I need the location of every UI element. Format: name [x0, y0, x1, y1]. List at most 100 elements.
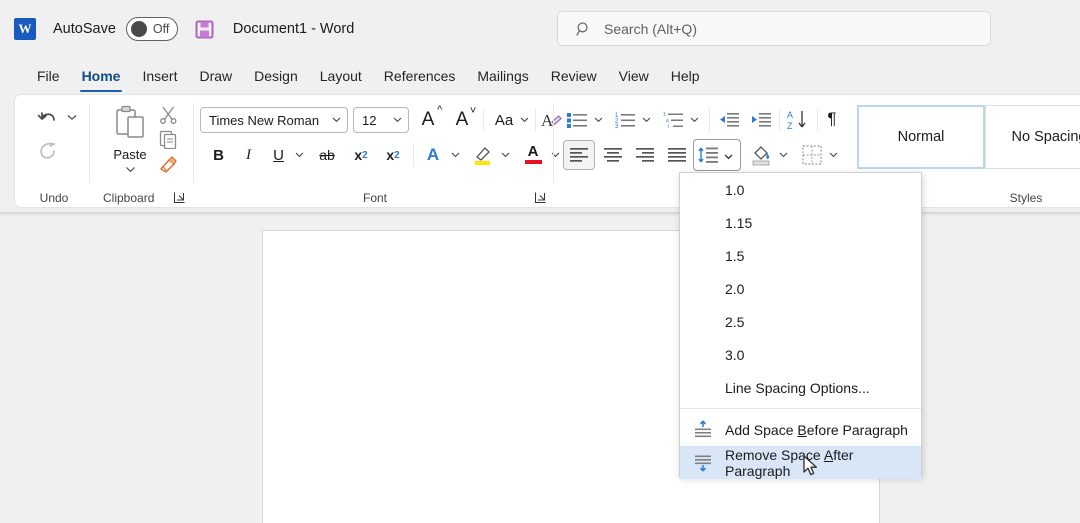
subscript-button[interactable]: x2 [347, 141, 375, 169]
tab-draw[interactable]: Draw [188, 65, 243, 87]
italic-button[interactable]: I [235, 141, 262, 169]
format-painter-brush-icon[interactable] [155, 152, 181, 176]
line-spacing-button[interactable] [693, 139, 741, 171]
borders-grid-icon[interactable] [797, 140, 827, 170]
font-name-chevron-down-icon[interactable] [332, 115, 341, 126]
menu-item-add-space-before-paragraph[interactable]: Add Space Before Paragraph [680, 413, 921, 446]
ribbon-group-undo: Undo [23, 95, 85, 209]
style-tile-no-spacing[interactable]: No Spacing [985, 105, 1080, 169]
tab-review[interactable]: Review [540, 65, 608, 87]
increase-indent-icon[interactable] [747, 106, 775, 134]
tab-layout[interactable]: Layout [309, 65, 373, 87]
highlight-chevron-down-icon[interactable] [497, 143, 513, 167]
borders-chevron-down-icon[interactable] [825, 142, 841, 168]
tab-design[interactable]: Design [243, 65, 309, 87]
menu-divider [680, 408, 921, 409]
ribbon-group-clipboard: Paste [93, 95, 193, 209]
superscript-index: 2 [394, 150, 400, 161]
change-case-button[interactable]: Aa [489, 107, 519, 133]
group-label-styles: Styles [981, 191, 1071, 205]
svg-text:Z: Z [787, 121, 793, 131]
copy-pages-icon[interactable] [155, 127, 181, 151]
grow-font-icon[interactable]: A^ [413, 106, 443, 134]
autosave-toggle-knob [131, 21, 147, 37]
underline-button[interactable]: U [265, 141, 292, 169]
justify-icon[interactable] [661, 140, 693, 170]
sort-az-icon[interactable]: A Z [783, 105, 813, 135]
paste-button[interactable] [107, 103, 151, 145]
svg-text:A: A [787, 110, 793, 120]
menu-item-label: 1.15 [725, 215, 752, 231]
menu-item-spacing-1-0[interactable]: 1.0 [680, 173, 921, 206]
font-name-combobox[interactable]: Times New Roman [200, 107, 348, 133]
title-bar: W AutoSave Off Document1 - Word Search (… [0, 0, 1080, 58]
bullets-chevron-down-icon[interactable] [590, 108, 606, 132]
align-left-icon[interactable] [563, 140, 595, 170]
align-right-icon[interactable] [629, 140, 661, 170]
menu-item-spacing-2-5[interactable]: 2.5 [680, 305, 921, 338]
menu-item-spacing-1-5[interactable]: 1.5 [680, 239, 921, 272]
menu-item-label: 3.0 [725, 347, 744, 363]
multilevel-chevron-down-icon[interactable] [686, 108, 702, 132]
menu-item-label: Remove Space After Paragraph [725, 447, 921, 479]
clipboard-dialog-launcher-icon[interactable] [174, 192, 186, 204]
shading-paint-bucket-icon[interactable] [747, 140, 777, 170]
menu-item-line-spacing-options[interactable]: Line Spacing Options... [680, 371, 921, 404]
redo-button[interactable] [33, 139, 63, 165]
menu-item-label: Line Spacing Options... [725, 380, 870, 396]
search-input[interactable]: Search (Alt+Q) [557, 11, 991, 46]
bold-button[interactable]: B [205, 141, 232, 169]
font-dialog-launcher-icon[interactable] [535, 192, 547, 204]
style-tile-label: Normal [898, 129, 945, 145]
text-effects-chevron-down-icon[interactable] [447, 143, 463, 167]
multilevel-list-icon[interactable]: 1 a i [659, 106, 687, 134]
ribbon-tab-bar: File Home Insert Draw Design Layout Refe… [0, 60, 1080, 92]
line-spacing-chevron-down-icon[interactable] [724, 147, 733, 163]
paragraph-inner-separator [779, 109, 780, 131]
change-case-chevron-down-icon[interactable] [517, 109, 531, 131]
shading-chevron-down-icon[interactable] [775, 142, 791, 168]
numbering-chevron-down-icon[interactable] [638, 108, 654, 132]
autosave-toggle[interactable]: Off [126, 17, 178, 41]
tab-file[interactable]: File [26, 65, 71, 87]
group-label-undo: Undo [23, 191, 85, 205]
tab-mailings[interactable]: Mailings [466, 65, 539, 87]
menu-item-spacing-1-15[interactable]: 1.15 [680, 206, 921, 239]
bullet-list-icon[interactable] [563, 106, 591, 134]
cut-scissors-icon[interactable] [155, 102, 181, 126]
tab-help[interactable]: Help [660, 65, 711, 87]
decrease-indent-icon[interactable] [715, 106, 743, 134]
menu-item-remove-space-after-paragraph[interactable]: Remove Space After Paragraph [680, 446, 921, 479]
font-size-combobox[interactable]: 12 [353, 107, 409, 133]
tab-insert[interactable]: Insert [131, 65, 188, 87]
text-effects-button[interactable]: A [419, 141, 447, 169]
word-logo-icon: W [14, 18, 36, 40]
undo-dropdown-chevron-down-icon[interactable] [65, 108, 79, 126]
font-color-button[interactable]: A [519, 139, 547, 169]
tab-home[interactable]: Home [71, 65, 132, 87]
tab-view[interactable]: View [608, 65, 660, 87]
paste-dropdown-chevron-down-icon[interactable] [117, 163, 143, 176]
add-space-before-paragraph-icon [693, 420, 713, 440]
menu-item-spacing-2-0[interactable]: 2.0 [680, 272, 921, 305]
menu-item-spacing-3-0[interactable]: 3.0 [680, 338, 921, 371]
tab-references[interactable]: References [373, 65, 467, 87]
svg-text:i: i [668, 124, 669, 129]
shrink-font-icon[interactable]: A˅ [447, 106, 477, 134]
group-separator [193, 103, 194, 183]
text-highlight-pen-icon[interactable] [469, 141, 497, 169]
underline-chevron-down-icon[interactable] [291, 143, 307, 167]
style-tile-normal[interactable]: Normal [857, 105, 985, 169]
menu-item-label: 1.5 [725, 248, 744, 264]
align-center-icon[interactable] [597, 140, 629, 170]
font-size-chevron-down-icon[interactable] [393, 115, 402, 126]
superscript-button[interactable]: x2 [379, 141, 407, 169]
group-separator [89, 103, 90, 183]
paragraph-inner-separator [709, 109, 710, 131]
strikethrough-button[interactable]: ab [313, 141, 341, 169]
undo-button[interactable] [33, 105, 63, 131]
formatting-marks-icon[interactable]: ¶ [819, 105, 845, 133]
save-floppy-icon[interactable] [194, 19, 215, 40]
numbered-list-icon[interactable]: 1 2 3 [611, 106, 639, 134]
mouse-pointer-cursor [803, 455, 821, 484]
